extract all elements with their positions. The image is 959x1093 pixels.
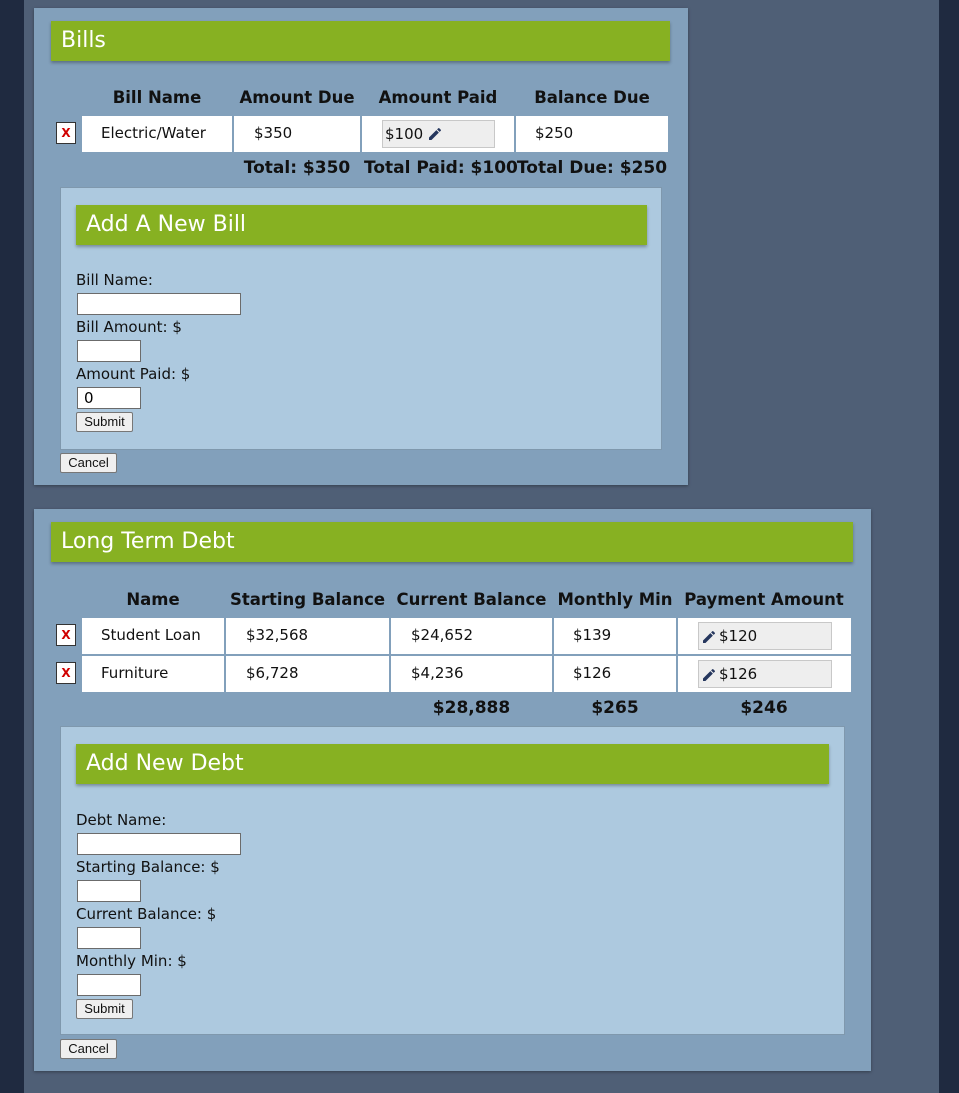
add-bill-title: Add A New Bill [76,205,647,245]
bill-name-input[interactable] [77,293,241,315]
add-debt-title: Add New Debt [76,744,829,784]
col-header-current-balance: Current Balance [396,590,547,609]
bills-panel: Bills Bill Name Amount Due Amount Paid B… [34,8,688,485]
delete-debt-button[interactable]: X [56,624,76,646]
debt-title: Long Term Debt [51,522,853,562]
delete-debt-button[interactable]: X [56,662,76,684]
col-header-name: Name [126,590,180,609]
bill-name-label: Bill Name: [76,271,153,289]
payment-amount-value: $126 [719,665,758,683]
monthly-min-label: Monthly Min: $ [76,952,187,970]
bills-title: Bills [51,21,670,61]
amount-paid-input[interactable] [77,387,141,409]
col-header-bill-name: Bill Name [112,88,202,107]
pencil-icon[interactable] [701,667,717,683]
starting-balance-input[interactable] [77,880,141,902]
payment-amount-edit[interactable]: $120 [698,622,832,650]
current-balance-cell: $24,652 [391,618,552,654]
monthly-min-cell: $139 [554,618,676,654]
starting-balance-cell: $6,728 [226,656,389,692]
pencil-icon[interactable] [427,126,443,142]
starting-balance-cell: $32,568 [226,618,389,654]
amount-paid-cell: $100 [362,116,514,152]
submit-debt-button[interactable]: Submit [76,999,133,1019]
page-background: Bills Bill Name Amount Due Amount Paid B… [24,0,939,1093]
col-header-amount-paid: Amount Paid [378,88,498,107]
current-balance-cell: $4,236 [391,656,552,692]
amount-paid-label: Amount Paid: $ [76,365,191,383]
submit-bill-button[interactable]: Submit [76,412,133,432]
bills-total: Total: $350 [243,158,351,178]
col-header-amount-due: Amount Due [239,88,355,107]
monthly-min-input[interactable] [77,974,141,996]
payment-amount-value: $120 [719,627,758,645]
amount-paid-edit[interactable]: $100 [382,120,495,148]
cancel-debt-button[interactable]: Cancel [60,1039,117,1059]
debt-name-cell: Student Loan [82,618,224,654]
bill-amount-label: Bill Amount: $ [76,318,182,336]
pencil-icon[interactable] [701,629,717,645]
debt-total-min: $265 [591,698,639,718]
delete-bill-button[interactable]: X [56,122,76,144]
col-header-balance-due: Balance Due [534,88,650,107]
debt-name-label: Debt Name: [76,811,167,829]
current-balance-label: Current Balance: $ [76,905,217,923]
bills-total-due: Total Due: $250 [516,158,668,178]
add-debt-form: Add New Debt Debt Name: Starting Balance… [60,726,845,1035]
payment-amount-cell: $126 [678,656,851,692]
payment-amount-edit[interactable]: $126 [698,660,832,688]
amount-paid-value: $100 [385,125,424,143]
col-header-starting-balance: Starting Balance [229,590,386,609]
amount-due-cell: $350 [234,116,360,152]
debt-name-input[interactable] [77,833,241,855]
bill-name-cell: Electric/Water [82,116,232,152]
starting-balance-label: Starting Balance: $ [76,858,220,876]
debt-panel: Long Term Debt Name Starting Balance Cur… [34,509,871,1071]
add-bill-form: Add A New Bill Bill Name: Bill Amount: $… [60,187,662,450]
debt-name-cell: Furniture [82,656,224,692]
balance-due-cell: $250 [516,116,668,152]
bills-total-paid: Total Paid: $100 [364,158,518,178]
current-balance-input[interactable] [77,927,141,949]
monthly-min-cell: $126 [554,656,676,692]
cancel-bill-button[interactable]: Cancel [60,453,117,473]
debt-total-payment: $246 [740,698,788,718]
col-header-monthly-min: Monthly Min [557,590,673,609]
payment-amount-cell: $120 [678,618,851,654]
bill-amount-input[interactable] [77,340,141,362]
col-header-payment-amount: Payment Amount [684,590,844,609]
debt-total-current: $28,888 [432,698,511,718]
